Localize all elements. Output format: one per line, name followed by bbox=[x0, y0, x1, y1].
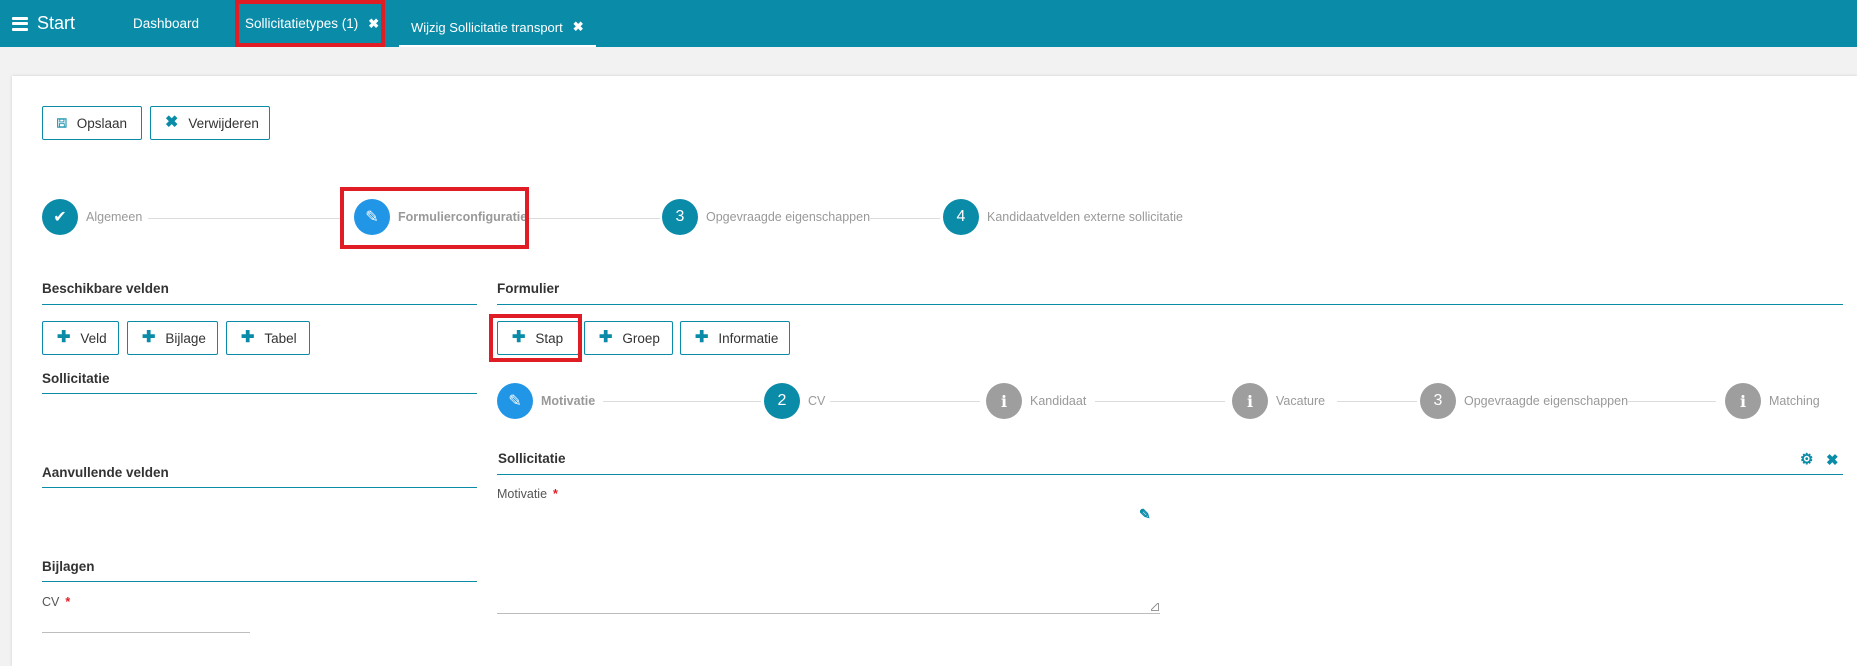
stepper-connector bbox=[148, 218, 344, 219]
gears-icon[interactable]: ⚙ bbox=[1800, 450, 1813, 468]
field-label-text: Motivatie bbox=[497, 487, 548, 501]
section-aanvullende-title: Aanvullende velden bbox=[42, 465, 169, 480]
section-rule bbox=[42, 487, 477, 488]
close-icon[interactable]: ✖ bbox=[1826, 451, 1839, 469]
button-label: Veld bbox=[80, 330, 107, 346]
step-opgevraagde-eigenschappen[interactable]: 3 Opgevraagde eigenschappen bbox=[662, 199, 870, 235]
pencil-icon: ✎ bbox=[497, 383, 533, 419]
stepper-connector bbox=[1337, 401, 1417, 402]
step-kandidaatvelden[interactable]: 4 Kandidaatvelden externe sollicitatie bbox=[943, 199, 1183, 235]
section-rule bbox=[42, 581, 477, 582]
available-fields-title: Beschikbare velden bbox=[42, 281, 169, 296]
tab-label: Sollicitatietypes (1) bbox=[245, 16, 359, 31]
step-number: 3 bbox=[662, 199, 698, 235]
section-rule bbox=[497, 304, 1843, 305]
form-step-opgevraagde-eigenschappen[interactable]: 3 Opgevraagde eigenschappen bbox=[1420, 383, 1628, 419]
save-button[interactable]: Opslaan bbox=[42, 106, 142, 140]
section-rule bbox=[42, 393, 477, 394]
stepper-connector bbox=[1095, 401, 1225, 402]
step-label: Algemeen bbox=[86, 210, 143, 224]
motivatie-field-label: Motivatie * bbox=[497, 487, 558, 501]
section-rule bbox=[497, 474, 1843, 475]
field-label-text: CV bbox=[42, 595, 60, 609]
close-icon[interactable]: ✖ bbox=[573, 19, 584, 35]
step-label: Kandidaatvelden externe sollicitatie bbox=[987, 210, 1183, 224]
tab-sollicitatietypes[interactable]: Sollicitatietypes (1) ✖ bbox=[245, 0, 379, 47]
step-label: Motivatie bbox=[541, 394, 596, 408]
step-algemeen[interactable]: ✔ Algemeen bbox=[42, 199, 142, 235]
step-number: 2 bbox=[764, 383, 800, 419]
step-label: Kandidaat bbox=[1030, 394, 1087, 408]
plus-icon: ✚ bbox=[241, 329, 255, 346]
form-group-title: Sollicitatie bbox=[498, 451, 566, 466]
step-number: 4 bbox=[943, 199, 979, 235]
tab-label: Wijzig Sollicitatie transport bbox=[411, 19, 563, 35]
delete-label: Verwijderen bbox=[188, 115, 259, 131]
check-icon: ✔ bbox=[42, 199, 78, 235]
stepper-connector bbox=[830, 401, 980, 402]
delete-button[interactable]: ✖ Verwijderen bbox=[150, 106, 270, 140]
plus-icon: ✚ bbox=[57, 329, 71, 346]
start-label: Start bbox=[37, 13, 76, 33]
stepper-connector bbox=[870, 218, 940, 219]
button-label: Stap bbox=[535, 330, 564, 346]
button-label: Bijlage bbox=[165, 330, 206, 346]
add-group-button[interactable]: ✚ Groep bbox=[584, 321, 673, 355]
tab-dashboard[interactable]: Dashboard bbox=[133, 0, 199, 47]
stepper-connector bbox=[1628, 401, 1716, 402]
add-step-button[interactable]: ✚ Stap bbox=[497, 321, 579, 355]
cv-field-label[interactable]: CV * bbox=[42, 595, 70, 609]
required-mark: * bbox=[65, 595, 71, 609]
step-number: 3 bbox=[1420, 383, 1456, 419]
save-label: Opslaan bbox=[76, 115, 127, 131]
info-icon: i bbox=[986, 383, 1022, 419]
resize-handle[interactable] bbox=[1151, 603, 1159, 611]
step-label: Opgevraagde eigenschappen bbox=[1464, 394, 1629, 408]
pencil-icon: ✎ bbox=[354, 199, 390, 235]
hamburger-icon bbox=[12, 16, 28, 31]
close-icon: ✖ bbox=[165, 114, 179, 131]
info-icon: i bbox=[1725, 383, 1761, 419]
tab-wijzig-sollicitatie[interactable]: Wijzig Sollicitatie transport ✖ bbox=[399, 9, 596, 47]
tab-label: Dashboard bbox=[133, 16, 200, 31]
required-mark: * bbox=[553, 487, 558, 501]
section-sollicitatie-title: Sollicitatie bbox=[42, 371, 110, 386]
plus-icon: ✚ bbox=[512, 329, 526, 346]
form-step-kandidaat[interactable]: i Kandidaat bbox=[986, 383, 1086, 419]
motivatie-textarea[interactable] bbox=[497, 520, 1160, 614]
button-label: Groep bbox=[622, 330, 660, 346]
form-step-motivatie[interactable]: ✎ Motivatie bbox=[497, 383, 595, 419]
add-table-button[interactable]: ✚ Tabel bbox=[226, 321, 310, 355]
button-label: Tabel bbox=[264, 330, 297, 346]
floppy-icon bbox=[57, 118, 67, 128]
step-label: CV bbox=[808, 394, 826, 408]
close-icon[interactable]: ✖ bbox=[368, 16, 379, 32]
step-label: Matching bbox=[1769, 394, 1820, 408]
info-icon: i bbox=[1232, 383, 1268, 419]
step-label: Vacature bbox=[1276, 394, 1326, 408]
form-step-cv[interactable]: 2 CV bbox=[764, 383, 825, 419]
add-attachment-button[interactable]: ✚ Bijlage bbox=[127, 321, 218, 355]
plus-icon: ✚ bbox=[142, 329, 156, 346]
stepper-connector bbox=[526, 218, 660, 219]
add-field-button[interactable]: ✚ Veld bbox=[42, 321, 119, 355]
start-menu[interactable]: Start bbox=[12, 13, 75, 34]
form-step-matching[interactable]: i Matching bbox=[1725, 383, 1820, 419]
stepper-connector bbox=[603, 401, 761, 402]
form-title: Formulier bbox=[497, 281, 560, 296]
step-formulierconfiguratie[interactable]: ✎ Formulierconfiguratie bbox=[354, 199, 527, 235]
form-step-vacature[interactable]: i Vacature bbox=[1232, 383, 1325, 419]
button-label: Informatie bbox=[718, 330, 779, 346]
plus-icon: ✚ bbox=[695, 329, 709, 346]
cv-field-underline bbox=[42, 632, 250, 633]
section-rule bbox=[42, 304, 477, 305]
step-label: Formulierconfiguratie bbox=[398, 210, 528, 224]
add-information-button[interactable]: ✚ Informatie bbox=[680, 321, 790, 355]
step-label: Opgevraagde eigenschappen bbox=[706, 210, 871, 224]
plus-icon: ✚ bbox=[599, 329, 613, 346]
top-bar: Start Dashboard Sollicitatietypes (1) ✖ … bbox=[0, 0, 1857, 47]
section-bijlagen-title: Bijlagen bbox=[42, 559, 95, 574]
